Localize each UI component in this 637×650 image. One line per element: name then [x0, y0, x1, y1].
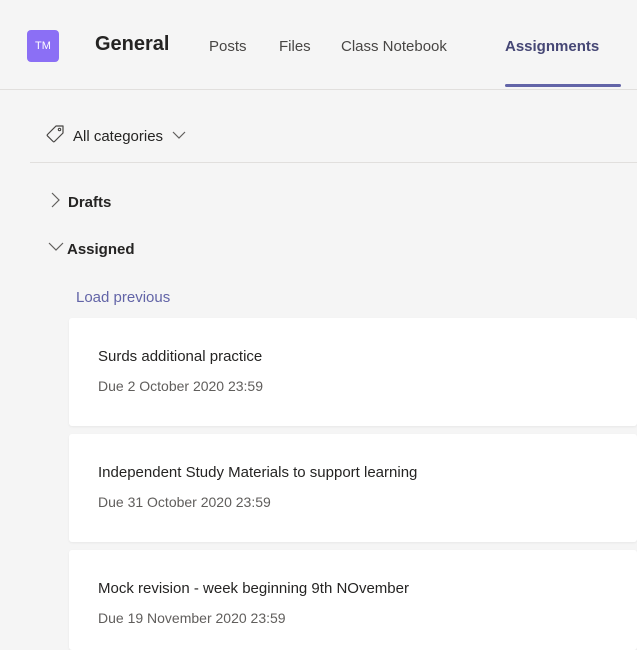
assignment-title: Surds additional practice — [98, 348, 263, 365]
tab-files[interactable]: Files — [279, 38, 311, 55]
assignment-due-date: Due 19 November 2020 23:59 — [98, 610, 286, 626]
assignment-due-date: Due 2 October 2020 23:59 — [98, 378, 264, 394]
channel-title: General — [95, 33, 170, 55]
tab-class-notebook[interactable]: Class Notebook — [341, 38, 447, 55]
assigned-section-label: Assigned — [67, 241, 135, 258]
divider — [30, 162, 637, 163]
category-filter-dropdown[interactable]: All categories — [45, 124, 186, 148]
category-filter-label: All categories — [73, 127, 164, 145]
tab-assignments[interactable]: Assignments — [505, 38, 599, 55]
drafts-section-label: Drafts — [68, 194, 112, 211]
chevron-down-icon — [172, 127, 186, 145]
assignment-title: Mock revision - week beginning 9th NOvem… — [98, 580, 409, 597]
team-avatar[interactable]: TM — [27, 30, 59, 62]
assignment-title: Independent Study Materials to support l… — [98, 464, 418, 481]
tab-posts[interactable]: Posts — [209, 38, 247, 55]
assigned-section-toggle[interactable]: Assigned — [47, 240, 135, 259]
chevron-right-icon — [48, 191, 62, 214]
assignment-due-date: Due 31 October 2020 23:59 — [98, 494, 271, 510]
assignment-card[interactable]: Mock revision - week beginning 9th NOvem… — [69, 550, 637, 650]
tag-icon — [45, 124, 65, 149]
drafts-section-toggle[interactable]: Drafts — [48, 191, 111, 214]
load-previous-link[interactable]: Load previous — [76, 289, 170, 306]
channel-header: TM General Posts Files Class Notebook As… — [0, 0, 637, 90]
assignment-card[interactable]: Independent Study Materials to support l… — [69, 434, 637, 542]
active-tab-indicator — [505, 84, 621, 87]
chevron-down-icon — [47, 240, 65, 259]
assignment-card[interactable]: Surds additional practice Due 2 October … — [69, 318, 637, 426]
